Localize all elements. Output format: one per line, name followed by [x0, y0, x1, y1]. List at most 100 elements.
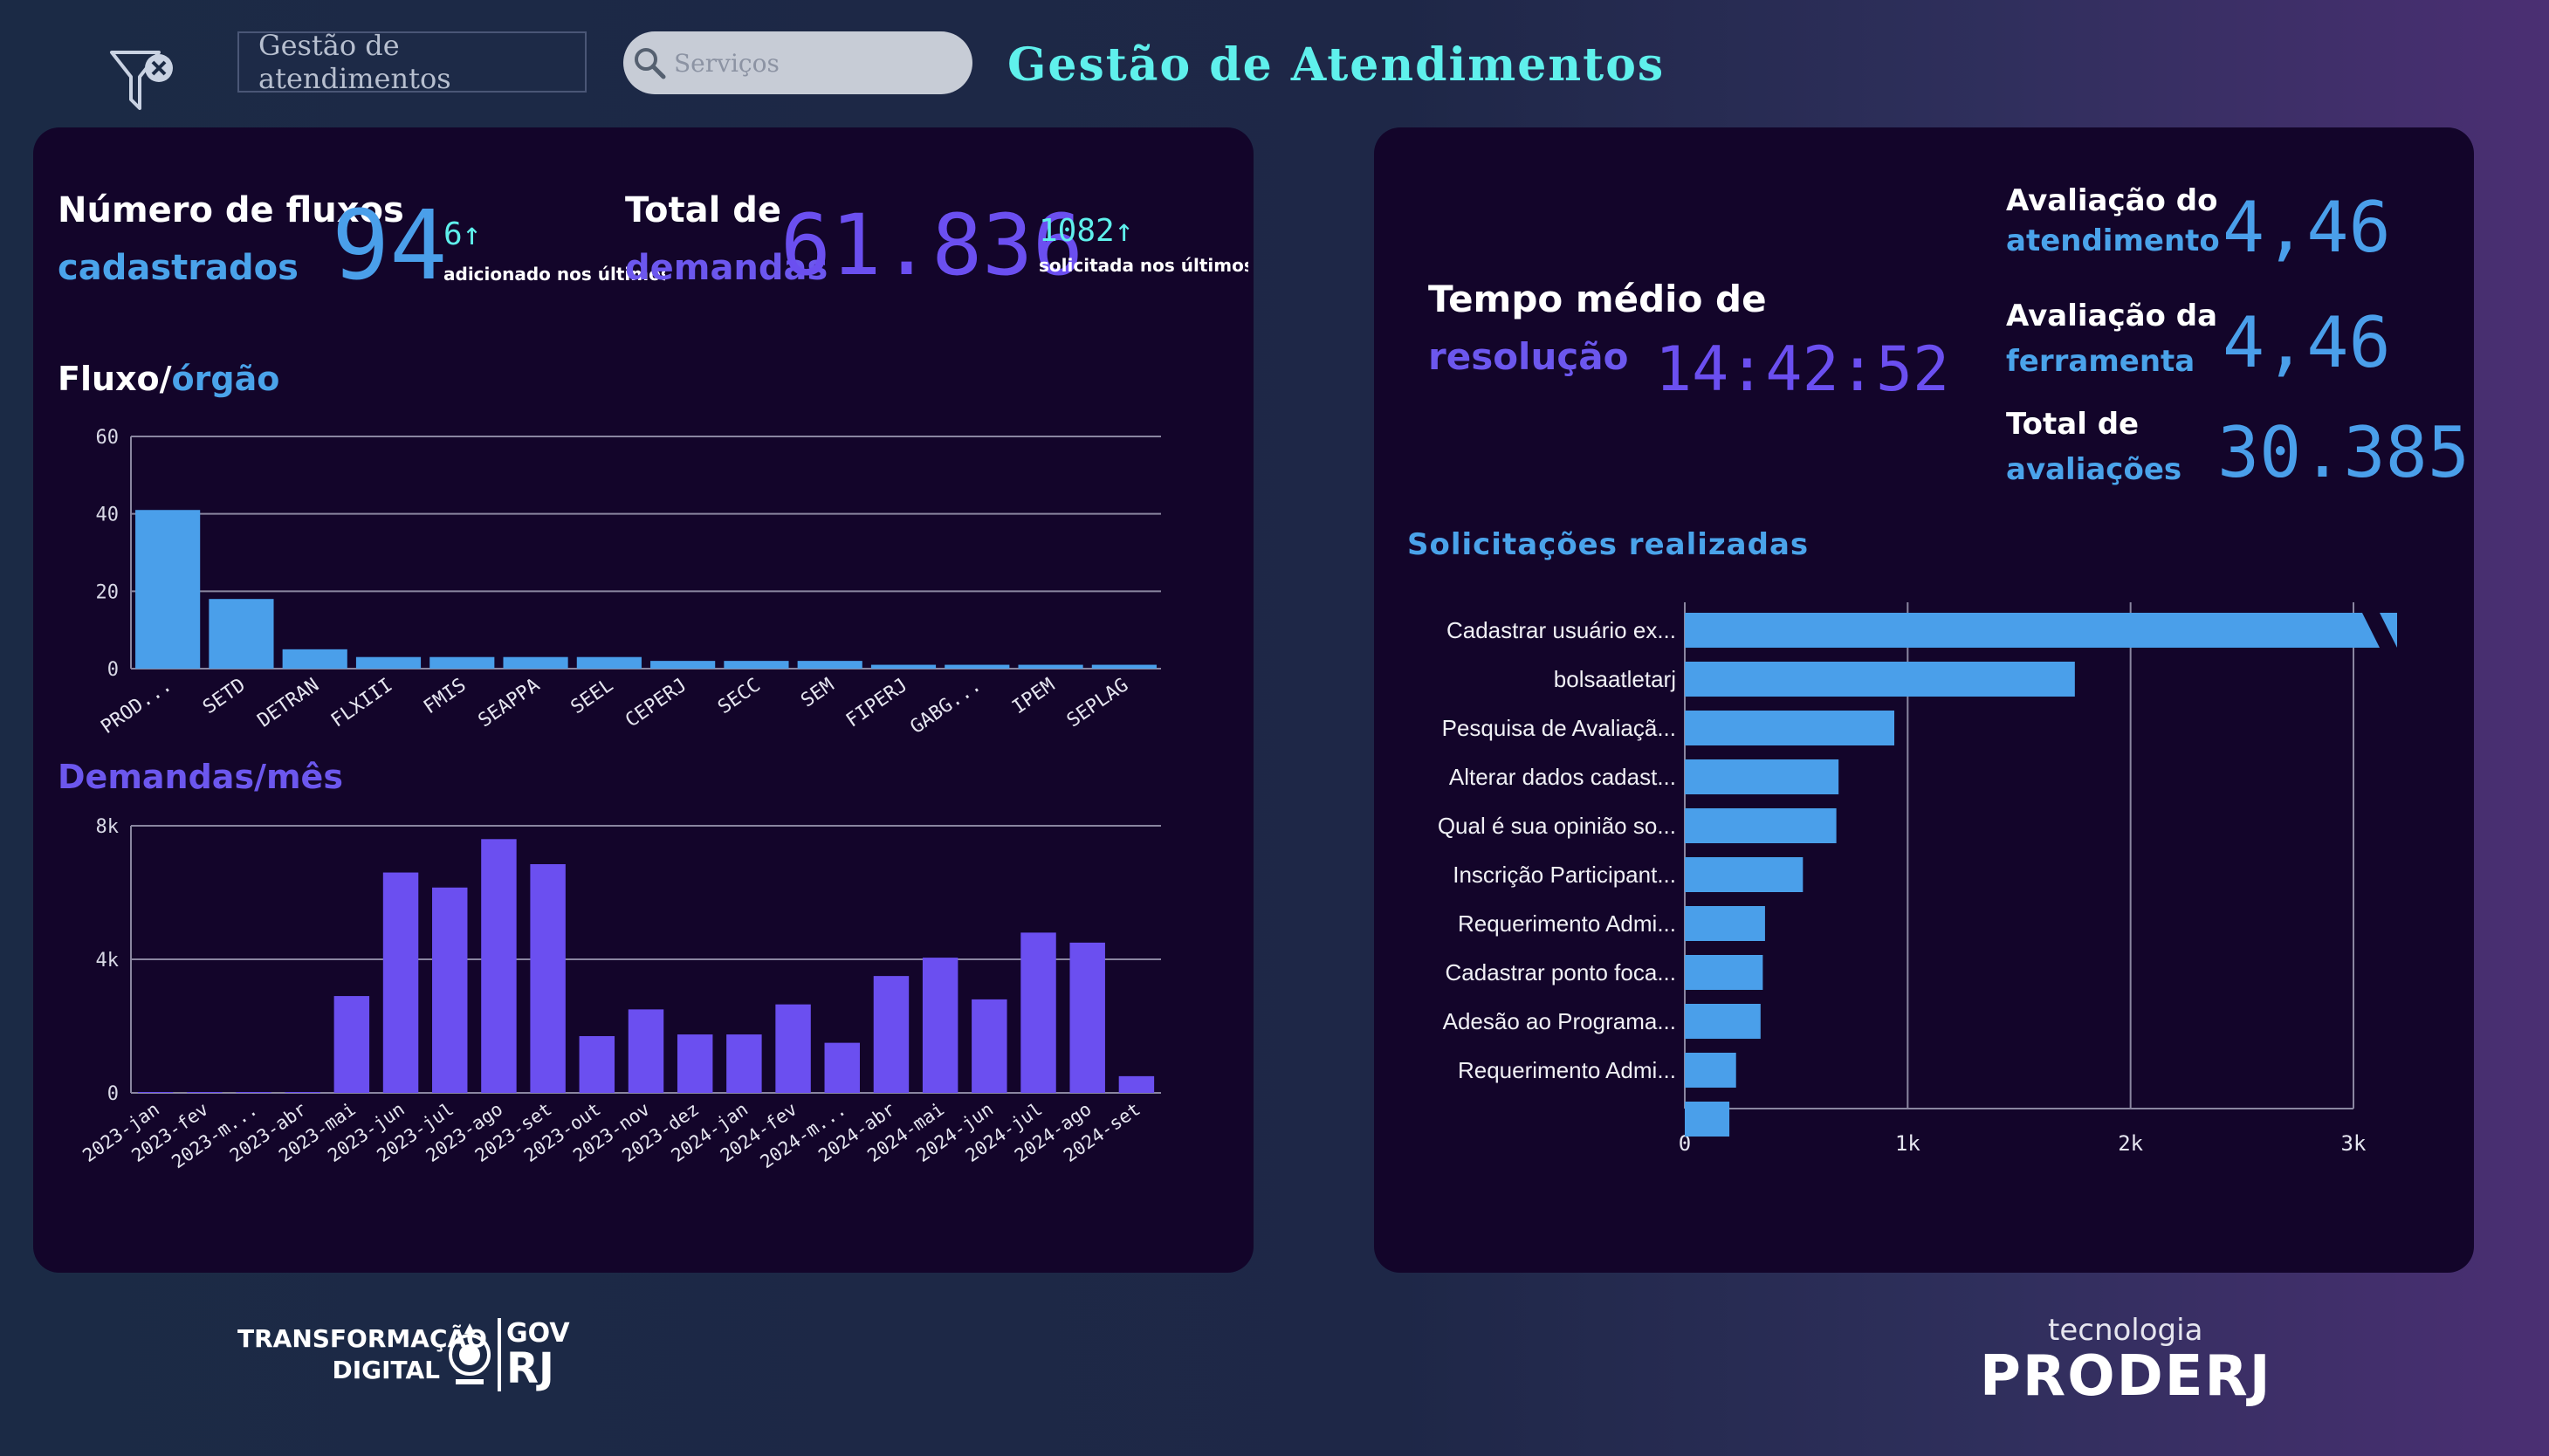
x-tick-label: SECC	[714, 674, 765, 718]
bar	[1018, 664, 1083, 669]
y-category-label: bolsaatletarj	[1554, 666, 1676, 692]
y-tick-label: 8k	[96, 816, 120, 838]
tool-rating-label-sub: ferramenta	[2006, 344, 2195, 379]
bar	[285, 1092, 320, 1093]
logo-divider	[498, 1318, 501, 1391]
bar	[187, 1092, 223, 1093]
x-tick-label: IPEM	[1008, 674, 1059, 718]
transformacao-digital-logo: TRANSFORMAÇÃO DIGITAL	[237, 1323, 487, 1386]
bar	[481, 839, 517, 1093]
search-icon	[635, 48, 666, 79]
bar	[628, 1009, 664, 1093]
bar	[382, 872, 419, 1093]
x-tick-label: SEPLAG	[1063, 674, 1132, 731]
bar	[1069, 942, 1105, 1093]
bar	[429, 656, 495, 669]
flows-delta: 6↑	[443, 216, 482, 252]
service-group-dropdown[interactable]: Gestão de atendimentos	[237, 29, 587, 95]
bar	[873, 976, 910, 1093]
bar	[1685, 906, 1765, 941]
y-category-label: Alterar dados cadast...	[1449, 764, 1676, 790]
bar	[677, 1034, 713, 1093]
x-tick-label: SEEL	[567, 674, 618, 718]
demands-per-month-chart: 04k8k2023-jan2023-fev2023-m...2023-abr20…	[79, 816, 1161, 1172]
tool-rating-label: Avaliação da	[2006, 299, 2218, 333]
y-category-label: Pesquisa de Avaliaçã...	[1442, 715, 1676, 741]
y-category-label: Requerimento Admi...	[1458, 1057, 1676, 1083]
dropdown-value: Gestão de atendimentos	[258, 29, 451, 95]
proderj-logo: PRODERJ	[1980, 1344, 2272, 1409]
x-tick-label: SEM	[797, 674, 838, 711]
requests-chart: 0 1k 2k 3kCadastrar usuário ex...bolsaatlet…	[1438, 602, 2397, 1156]
bar	[824, 1042, 860, 1093]
total-ratings-value: 30.385	[2217, 412, 2470, 493]
y-category-label: Cadastrar usuário ex...	[1446, 617, 1676, 643]
bar	[209, 599, 274, 669]
flow-org-title: Fluxo/órgão	[58, 360, 279, 398]
logo-line2: DIGITAL	[332, 1356, 441, 1384]
x-tick-label: PROD...	[97, 674, 175, 738]
bar	[1685, 857, 1804, 892]
bar	[1020, 932, 1056, 1093]
bar	[1118, 1075, 1155, 1093]
flows-value: 94	[332, 189, 448, 301]
flows-label-sub: cadastrados	[58, 248, 299, 288]
bar	[333, 996, 370, 1093]
bar	[726, 1034, 762, 1093]
flow-org-title-part2: órgão	[171, 360, 280, 398]
bar	[503, 656, 568, 669]
bar	[282, 649, 347, 669]
x-tick-label: CEPERJ	[622, 674, 690, 731]
bar	[1685, 1102, 1730, 1137]
y-category-label: Adesão ao Programa...	[1443, 1008, 1676, 1034]
bar	[137, 1092, 174, 1093]
bar	[775, 1004, 811, 1093]
x-tick-label: 2k	[2118, 1131, 2143, 1156]
demands-label: Total de	[625, 190, 781, 230]
service-rating-label: Avaliação do	[2006, 183, 2218, 218]
x-tick-label: FMIS	[420, 674, 471, 718]
bar	[1685, 662, 2075, 697]
tool-rating-value: 4,46	[2223, 302, 2391, 383]
bar	[1685, 955, 1763, 990]
bar	[650, 661, 716, 669]
bar	[945, 664, 1010, 669]
bar	[870, 664, 937, 669]
y-category-label: Cadastrar ponto foca...	[1446, 959, 1676, 986]
bar	[236, 1092, 271, 1093]
rj-coat-of-arms-icon	[449, 1323, 491, 1384]
clear-filter-button[interactable]	[108, 45, 182, 113]
bar	[1091, 664, 1157, 669]
bar	[1685, 613, 2397, 648]
demands-delta: 1082↑	[1039, 213, 1134, 249]
y-tick-label: 60	[96, 427, 120, 449]
bar	[724, 661, 789, 669]
bar	[922, 958, 958, 1093]
flow-org-title-part1: Fluxo/	[58, 360, 172, 398]
y-tick-label: 40	[96, 505, 120, 526]
bar	[1685, 759, 1839, 794]
total-ratings-label-sub: avaliações	[2006, 452, 2182, 487]
bar	[1685, 808, 1837, 843]
flow-per-org-chart: 0 20 40 60 PROD... SETD DETRAN FLXIII FMIS SEAPPA…	[96, 427, 1161, 738]
rj-text: RJ	[506, 1344, 554, 1393]
y-tick-label: 0	[107, 659, 119, 681]
x-tick-label: 1k	[1895, 1131, 1920, 1156]
search-placeholder: Serviços	[674, 48, 780, 78]
x-tick-label: GABG...	[906, 674, 985, 738]
y-tick-label: 0	[107, 1083, 119, 1105]
x-tick-label: 3k	[2341, 1131, 2367, 1156]
y-tick-label: 20	[96, 581, 120, 603]
bar	[972, 999, 1007, 1093]
services-search-input[interactable]: Serviços	[623, 31, 972, 94]
bar	[355, 656, 422, 669]
bar	[432, 887, 468, 1093]
y-category-label: Requerimento Admi...	[1458, 910, 1676, 937]
bar	[135, 510, 201, 669]
page-title: Gestão de Atendimentos	[1007, 38, 1666, 92]
gov-rj-logo: GOV RJ	[506, 1316, 570, 1393]
x-tick-label: SETD	[199, 674, 250, 718]
y-category-label: Qual é sua opinião so...	[1438, 813, 1676, 839]
service-rating-label-sub: atendimento	[2006, 223, 2220, 258]
resolution-label: Tempo médio de	[1428, 278, 1767, 320]
